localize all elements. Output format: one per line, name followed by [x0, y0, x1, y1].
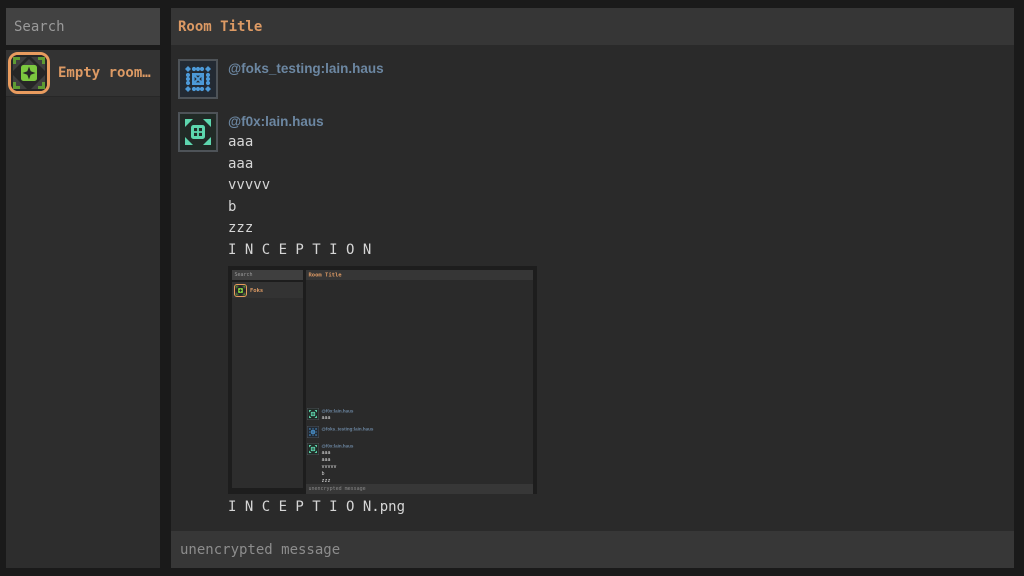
room-title: Room Title	[171, 19, 262, 35]
message-text: I N C E P T I O N	[228, 240, 537, 262]
room-list-sidebar: Empty room…	[6, 50, 160, 568]
inception-message-text: vvvvv	[322, 464, 354, 471]
inception-screenshot: Search	[228, 266, 537, 494]
room-name-label: Empty room…	[58, 65, 151, 81]
message-text: aaa	[228, 154, 537, 176]
user-avatar-identicon-teal	[178, 112, 218, 152]
message-text: vvvvv	[228, 175, 537, 197]
inception-message-group: @f0x:lain.haus aaa aaa vvvvv b zzz	[307, 443, 353, 485]
search-box	[6, 8, 160, 45]
inception-message-group: @f0x:lain.haus aaa	[307, 408, 353, 422]
inception-avatar-blue	[307, 426, 319, 438]
inception-search-box: Search	[232, 270, 303, 280]
attachment-image[interactable]: Search	[228, 266, 537, 494]
inception-room-title: Room Title	[306, 270, 533, 280]
inception-message-sender: @foks_testing:lain.haus	[322, 426, 374, 433]
message-group: @foks_testing:lain.haus	[178, 59, 1014, 99]
message-sender: @f0x:lain.haus	[228, 112, 537, 132]
inception-avatar-teal	[307, 443, 319, 455]
inception-room-list: Foks	[232, 282, 303, 488]
attachment-filename: I N C E P T I O N.png	[228, 497, 537, 519]
inception-room-name: Foks	[250, 287, 263, 294]
inception-composer: unencrypted message	[306, 484, 533, 494]
message-group: @f0x:lain.haus aaa aaa vvvvv b zzz I N C…	[178, 112, 1014, 519]
message-text: aaa	[228, 132, 537, 154]
message-input[interactable]	[171, 542, 1014, 558]
search-input[interactable]	[6, 19, 160, 35]
inception-message-text: aaa	[322, 450, 354, 457]
inception-message-text: aaa	[322, 415, 354, 422]
room-avatar-identicon	[8, 52, 50, 94]
message-text: b	[228, 197, 537, 219]
message-sender: @foks_testing:lain.haus	[228, 59, 384, 79]
sidebar-item-empty-room[interactable]: Empty room…	[6, 50, 160, 97]
app-window: Empty room… Room Title	[0, 0, 1024, 576]
room-header-bar: Room Title	[171, 8, 1014, 45]
message-timeline: @foks_testing:lain.haus @f0x:lain.haus	[171, 45, 1014, 531]
user-avatar-identicon-blue	[178, 59, 218, 99]
inception-message-text: aaa	[322, 457, 354, 464]
inception-message-group: @foks_testing:lain.haus	[307, 426, 373, 438]
inception-room-avatar-identicon	[234, 284, 247, 297]
inception-avatar-teal	[307, 408, 319, 420]
message-text: zzz	[228, 218, 537, 240]
inception-room-item: Foks	[232, 282, 303, 299]
inception-message-text: b	[322, 471, 354, 478]
composer-bar	[171, 531, 1014, 568]
